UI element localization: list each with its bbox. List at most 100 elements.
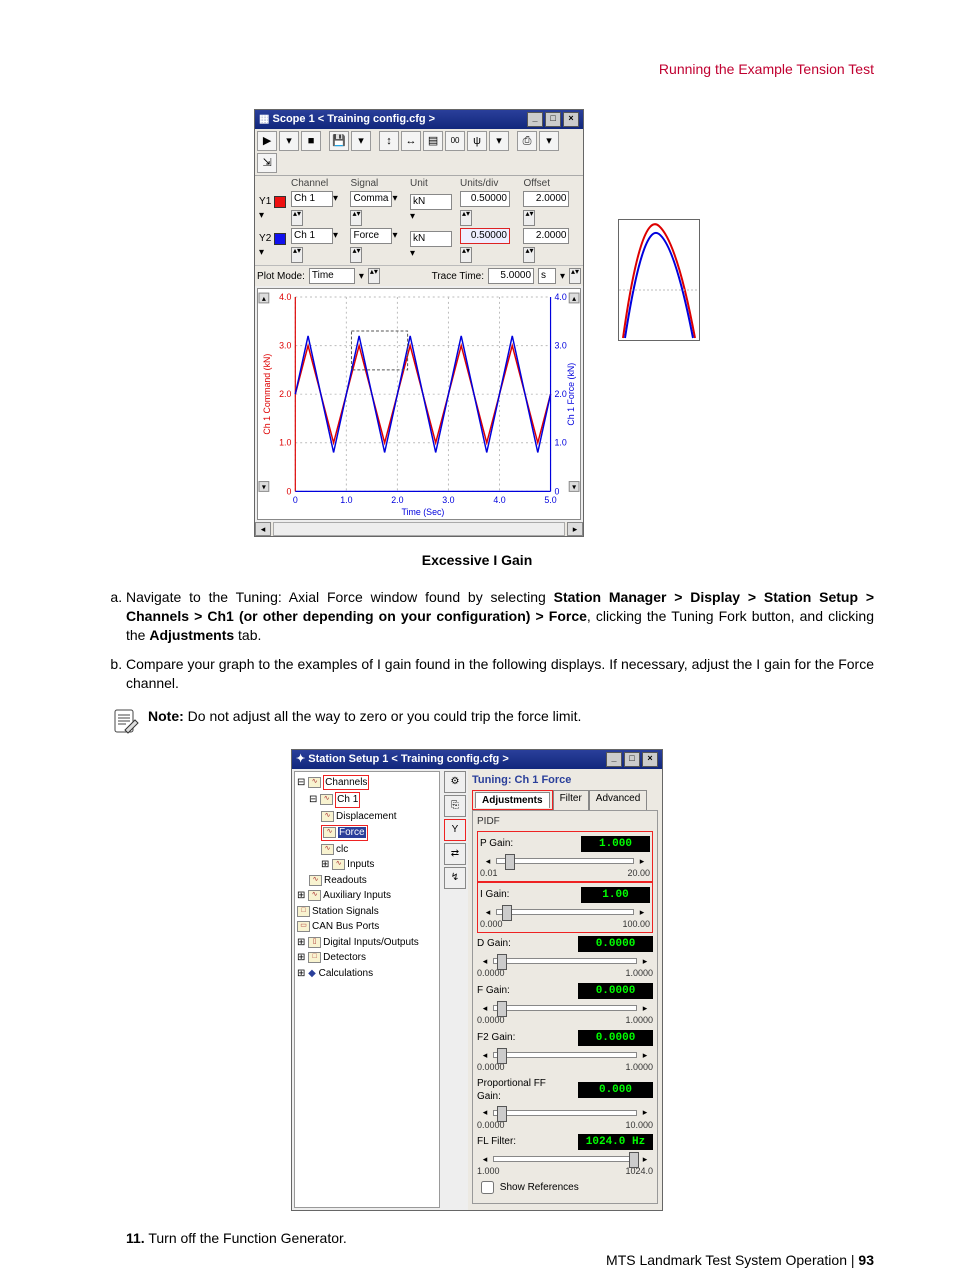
show-refs-checkbox[interactable]: Show References <box>477 1182 579 1193</box>
y1-channel-select[interactable]: Ch 1 <box>291 191 333 207</box>
slider-inc-icon[interactable]: ▸ <box>637 1049 653 1061</box>
zoom-y-icon[interactable]: ↕ <box>379 131 399 151</box>
tree-canbus[interactable]: CAN Bus Ports <box>312 921 379 932</box>
dropdown2-icon[interactable]: ▾ <box>351 131 371 151</box>
tracetime-unit-select[interactable]: s <box>538 268 556 284</box>
slider-inc-icon[interactable]: ▸ <box>634 906 650 918</box>
slider-dec-icon[interactable]: ◂ <box>480 855 496 867</box>
maximize-button[interactable]: □ <box>545 112 561 127</box>
slider-dec-icon[interactable]: ◂ <box>477 1002 493 1014</box>
slider-dec-icon[interactable]: ◂ <box>480 906 496 918</box>
gain-slider-i[interactable]: ◂▸ <box>480 904 650 920</box>
chevron-down-icon[interactable]: ▾ <box>333 193 338 204</box>
close-button[interactable]: × <box>642 752 658 767</box>
tree-inputs[interactable]: Inputs <box>347 859 374 870</box>
chevron-down-icon[interactable]: ▾ <box>392 193 397 204</box>
slider-thumb[interactable] <box>497 1048 507 1064</box>
tree-readouts[interactable]: Readouts <box>324 875 367 886</box>
scroll-right-icon[interactable]: ▸ <box>567 522 583 536</box>
slider-thumb[interactable] <box>497 1106 507 1122</box>
slider-dec-icon[interactable]: ◂ <box>477 955 493 967</box>
gain-slider-fl[interactable]: ◂▸ <box>477 1151 653 1167</box>
scroll-left-icon[interactable]: ◂ <box>255 522 271 536</box>
y1-signal-select[interactable]: Comma <box>350 191 392 207</box>
spinner-icon[interactable]: ▴▾ <box>291 247 303 263</box>
tuning-fork-button[interactable]: Y <box>444 819 466 841</box>
dropdown4-icon[interactable]: ▾ <box>539 131 559 151</box>
tree-detectors[interactable]: Detectors <box>323 952 366 963</box>
print-icon[interactable]: ⎙ <box>517 131 537 151</box>
y2-channel-select[interactable]: Ch 1 <box>291 228 333 244</box>
tree-displacement[interactable]: Displacement <box>336 811 397 822</box>
y2-color-chip[interactable] <box>274 233 286 245</box>
slider-thumb[interactable] <box>629 1152 639 1168</box>
tab-adjustments[interactable]: Adjustments <box>475 792 550 809</box>
spinner-icon[interactable]: ▴▾ <box>523 247 535 263</box>
slider-track[interactable] <box>496 858 634 864</box>
minimize-button[interactable]: _ <box>606 752 622 767</box>
minimize-button[interactable]: _ <box>527 112 543 127</box>
tree-digital-io[interactable]: Digital Inputs/Outputs <box>323 937 419 948</box>
slider-inc-icon[interactable]: ▸ <box>634 855 650 867</box>
y2-offset-input[interactable]: 2.0000 <box>523 228 569 244</box>
slider-thumb[interactable] <box>502 905 512 921</box>
stop-icon[interactable]: ■ <box>301 131 321 151</box>
grid-icon[interactable]: ▤ <box>423 131 443 151</box>
slider-dec-icon[interactable]: ◂ <box>477 1049 493 1061</box>
y1-unit-select[interactable]: kN <box>410 194 452 210</box>
save-icon[interactable]: 💾 <box>329 131 349 151</box>
y2-unit-select[interactable]: kN <box>410 231 452 247</box>
tab-advanced[interactable]: Advanced <box>589 790 647 811</box>
chip-dd-icon[interactable]: ▾ <box>259 210 264 221</box>
gain-slider-f[interactable]: ◂▸ <box>477 1000 653 1016</box>
slider-track[interactable] <box>496 909 634 915</box>
gain-slider-pff[interactable]: ◂▸ <box>477 1105 653 1121</box>
gain-slider-d[interactable]: ◂▸ <box>477 953 653 969</box>
tree-calculations[interactable]: Calculations <box>319 968 373 979</box>
pin-icon[interactable]: ⇲ <box>257 153 277 173</box>
zoom-x-icon[interactable]: ↔ <box>401 131 421 151</box>
chevron-down-icon[interactable]: ▾ <box>359 270 364 284</box>
spinner-icon[interactable]: ▴▾ <box>460 210 472 226</box>
spinner-icon[interactable]: ▴▾ <box>368 268 380 284</box>
maximize-button[interactable]: □ <box>624 752 640 767</box>
tree-aux-inputs[interactable]: Auxiliary Inputs <box>323 890 391 901</box>
tuning-fork-icon[interactable]: ψ <box>467 131 487 151</box>
tree-clc[interactable]: clc <box>336 844 348 855</box>
hscrollbar[interactable]: ◂ ▸ <box>255 522 583 536</box>
tree-channels[interactable]: Channels <box>323 775 369 791</box>
slider-dec-icon[interactable]: ◂ <box>477 1153 493 1165</box>
tab-filter[interactable]: Filter <box>553 790 589 811</box>
slider-thumb[interactable] <box>497 1001 507 1017</box>
slider-track[interactable] <box>493 958 637 964</box>
y1-upd-input[interactable]: 0.50000 <box>460 191 510 207</box>
chevron-down-icon[interactable]: ▾ <box>392 230 397 241</box>
tool2-icon[interactable]: ⎘ <box>444 795 466 817</box>
close-button[interactable]: × <box>563 112 579 127</box>
slider-track[interactable] <box>493 1110 637 1116</box>
slider-inc-icon[interactable]: ▸ <box>637 1106 653 1118</box>
y2-upd-input[interactable]: 0.50000 <box>460 228 510 244</box>
slider-dec-icon[interactable]: ◂ <box>477 1106 493 1118</box>
chip-dd-icon[interactable]: ▾ <box>259 247 264 258</box>
slider-inc-icon[interactable]: ▸ <box>637 955 653 967</box>
spinner-icon[interactable]: ▴▾ <box>523 210 535 226</box>
tool1-icon[interactable]: ⚙ <box>444 771 466 793</box>
slider-inc-icon[interactable]: ▸ <box>637 1002 653 1014</box>
slider-inc-icon[interactable]: ▸ <box>637 1153 653 1165</box>
tracetime-input[interactable]: 5.0000 <box>488 268 534 284</box>
chevron-down-icon[interactable]: ▾ <box>333 230 338 241</box>
spinner-icon[interactable]: ▴▾ <box>569 268 581 284</box>
plotmode-select[interactable]: Time <box>309 268 355 284</box>
tree-station-signals[interactable]: Station Signals <box>312 906 379 917</box>
tool4-icon[interactable]: ⇄ <box>444 843 466 865</box>
y1-color-chip[interactable] <box>274 196 286 208</box>
show-refs-input[interactable] <box>481 1181 494 1194</box>
dropdown-icon[interactable]: ▾ <box>279 131 299 151</box>
tree-force[interactable]: Force <box>338 827 366 838</box>
chevron-down-icon[interactable]: ▾ <box>560 270 565 284</box>
chevron-down-icon[interactable]: ▾ <box>410 248 415 259</box>
y1-offset-input[interactable]: 2.0000 <box>523 191 569 207</box>
spinner-icon[interactable]: ▴▾ <box>460 247 472 263</box>
gain-slider-p[interactable]: ◂▸ <box>480 853 650 869</box>
